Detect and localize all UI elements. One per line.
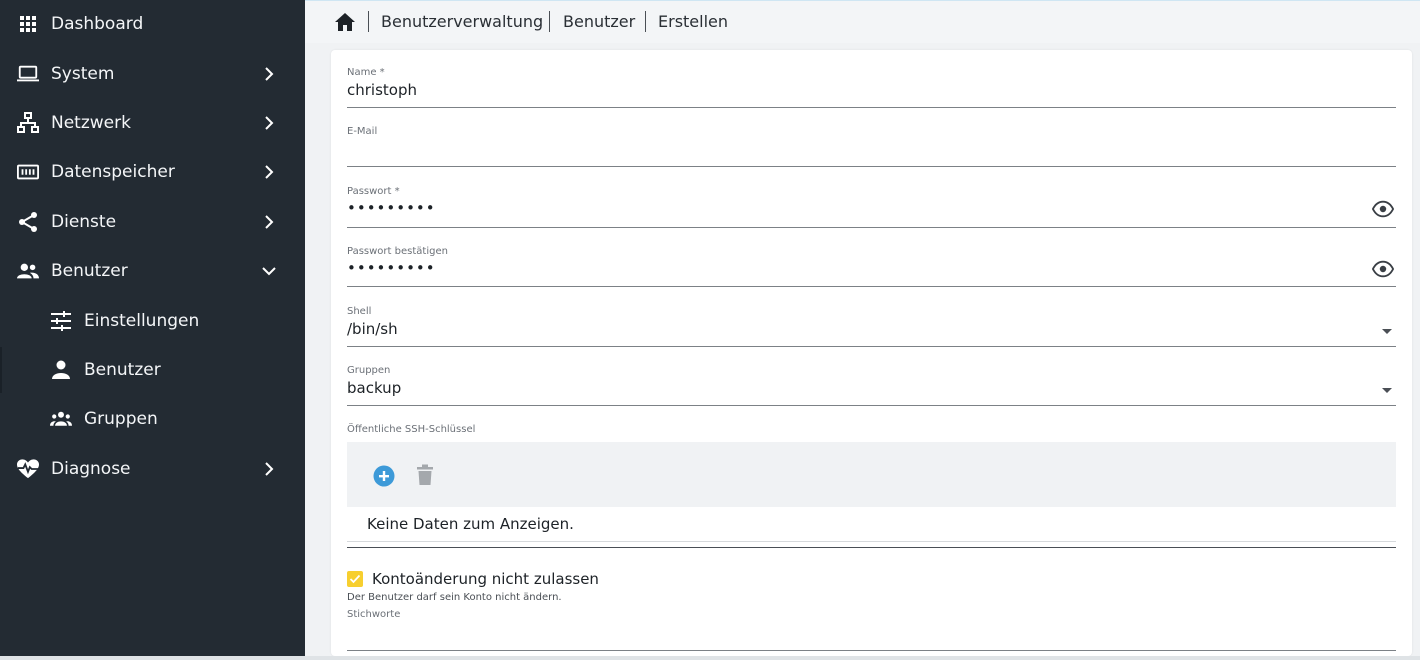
- sidebar: Dashboard System Netzwerk Datenspeicher: [0, 0, 305, 656]
- email-underline: [347, 166, 1396, 167]
- user-form-card: Name * E-Mail Passwort * ••••••••• Passw…: [331, 50, 1412, 656]
- ssh-keys-empty-text: Keine Daten zum Anzeigen.: [367, 515, 574, 533]
- chevron-right-icon: [265, 116, 274, 130]
- ssh-keys-header: Öffentliche SSH-Schlüssel: [347, 424, 1396, 438]
- tags-underline: [347, 650, 1396, 651]
- shell-label: Shell: [347, 306, 372, 317]
- password-input[interactable]: •••••••••: [347, 199, 1347, 217]
- add-circle-icon[interactable]: [373, 465, 395, 487]
- password-label: Passwort *: [347, 186, 400, 197]
- breadcrumb-separator: [549, 11, 550, 32]
- name-field: Name *: [347, 67, 1396, 109]
- ssh-keys-toolbar: [347, 442, 1396, 507]
- breadcrumb-separator: [368, 11, 369, 32]
- breadcrumb: Benutzerverwaltung Benutzer Erstellen: [305, 0, 1420, 43]
- sidebar-item-dienste[interactable]: Dienste: [0, 200, 305, 244]
- groups-select[interactable]: Gruppen backup: [347, 365, 1396, 407]
- ssh-keys-label: Öffentliche SSH-Schlüssel: [347, 424, 476, 435]
- sidebar-item-label: Dashboard: [51, 14, 144, 34]
- password-underline: [347, 227, 1396, 228]
- sidebar-item-diagnose[interactable]: Diagnose: [0, 447, 305, 491]
- trash-icon[interactable]: [415, 464, 435, 486]
- email-label: E-Mail: [347, 126, 378, 137]
- shell-value: /bin/sh: [347, 320, 398, 338]
- sidebar-item-label: Gruppen: [84, 409, 158, 429]
- password-confirm-label: Passwort bestätigen: [347, 246, 448, 257]
- groups-underline: [347, 405, 1396, 406]
- breadcrumb-item-benutzer[interactable]: Benutzer: [563, 11, 635, 32]
- sidebar-item-label: System: [51, 64, 115, 84]
- share-icon: [17, 211, 39, 233]
- tags-input[interactable]: [347, 623, 1347, 641]
- bottom-strip: [0, 656, 1420, 660]
- sidebar-item-label: Netzwerk: [51, 113, 131, 133]
- name-input[interactable]: [347, 81, 1347, 99]
- network-icon: [17, 112, 39, 134]
- dropdown-arrow-icon: [1382, 388, 1392, 393]
- sidebar-item-benutzer[interactable]: Benutzer: [0, 249, 305, 293]
- tune-icon: [50, 310, 72, 332]
- laptop-icon: [17, 63, 39, 85]
- eye-icon[interactable]: [1372, 258, 1394, 280]
- sidebar-item-dashboard[interactable]: Dashboard: [0, 2, 305, 46]
- disallow-account-change-hint: Der Benutzer darf sein Konto nicht änder…: [347, 592, 562, 603]
- breadcrumb-item-benutzerverwaltung[interactable]: Benutzerverwaltung: [381, 11, 543, 32]
- disallow-account-change-label[interactable]: Kontoänderung nicht zulassen: [372, 570, 599, 588]
- chevron-right-icon: [265, 462, 274, 476]
- sidebar-item-netzwerk[interactable]: Netzwerk: [0, 101, 305, 145]
- chevron-down-icon: [262, 267, 276, 276]
- tags-field: Stichworte: [347, 609, 1396, 653]
- sidebar-item-label: Benutzer: [51, 261, 128, 281]
- ssh-keys-underline: [347, 547, 1396, 548]
- breadcrumb-item-erstellen: Erstellen: [658, 12, 729, 31]
- shell-underline: [347, 346, 1396, 347]
- sidebar-item-einstellungen[interactable]: Einstellungen: [0, 299, 305, 343]
- person-icon: [50, 359, 72, 381]
- name-label: Name *: [347, 67, 385, 78]
- tags-label: Stichworte: [347, 609, 401, 620]
- groups-label: Gruppen: [347, 365, 391, 376]
- email-input[interactable]: [347, 140, 1347, 158]
- sidebar-item-datenspeicher[interactable]: Datenspeicher: [0, 150, 305, 194]
- sidebar-item-label: Benutzer: [84, 360, 161, 380]
- home-icon[interactable]: [333, 10, 357, 34]
- grid-icon: [17, 13, 39, 35]
- sidebar-item-label: Dienste: [51, 212, 117, 232]
- sidebar-item-label: Einstellungen: [84, 311, 200, 331]
- heart-pulse-icon: [17, 458, 39, 480]
- chevron-right-icon: [265, 165, 274, 179]
- password-confirm-input[interactable]: •••••••••: [347, 259, 1347, 277]
- groups-value: backup: [347, 379, 402, 397]
- sidebar-item-benutzer-sub[interactable]: Benutzer: [0, 348, 305, 392]
- group-icon: [50, 408, 72, 430]
- users-icon: [17, 260, 39, 282]
- sidebar-item-gruppen[interactable]: Gruppen: [0, 397, 305, 441]
- password-confirm-field: Passwort bestätigen •••••••••: [347, 246, 1396, 288]
- sidebar-item-system[interactable]: System: [0, 52, 305, 96]
- shell-select[interactable]: Shell /bin/sh: [347, 306, 1396, 348]
- disallow-account-change-checkbox[interactable]: [347, 571, 363, 587]
- storage-icon: [17, 161, 39, 183]
- email-field: E-Mail: [347, 126, 1396, 168]
- chevron-right-icon: [265, 67, 274, 81]
- chevron-right-icon: [265, 215, 274, 229]
- password-field: Passwort * •••••••••: [347, 186, 1396, 228]
- dropdown-arrow-icon: [1382, 329, 1392, 334]
- checkmark-icon: [349, 574, 361, 584]
- name-underline: [347, 107, 1396, 108]
- password-confirm-underline: [347, 286, 1396, 287]
- sidebar-item-label: Datenspeicher: [51, 162, 175, 182]
- eye-icon[interactable]: [1372, 198, 1394, 220]
- sidebar-item-label: Diagnose: [51, 459, 131, 479]
- breadcrumb-separator: [645, 11, 646, 32]
- table-divider: [347, 541, 1396, 542]
